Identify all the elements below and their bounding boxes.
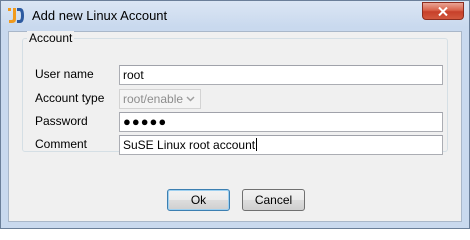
- title-bar[interactable]: Add new Linux Account: [1, 1, 469, 31]
- text-cursor: [256, 138, 258, 151]
- dialog-content: Account User name root Account type root…: [8, 31, 462, 222]
- password-field[interactable]: ●●●●●: [119, 112, 443, 132]
- cancel-button[interactable]: Cancel: [242, 189, 305, 211]
- jd-logo-icon: [8, 7, 24, 24]
- account-type-label: Account type: [35, 91, 105, 105]
- chevron-down-icon: [186, 96, 195, 102]
- close-button[interactable]: [422, 2, 464, 20]
- password-mask: ●●●●●: [123, 114, 168, 129]
- comment-label: Comment: [35, 137, 88, 151]
- username-field[interactable]: root: [119, 65, 443, 85]
- account-type-value: root/enable: [123, 92, 184, 106]
- window-title: Add new Linux Account: [32, 8, 168, 23]
- account-group: Account User name root Account type root…: [22, 31, 448, 155]
- comment-value: SuSE Linux root account: [123, 138, 256, 152]
- account-type-select[interactable]: root/enable: [119, 89, 201, 109]
- close-icon: [438, 7, 448, 16]
- username-label: User name: [35, 67, 94, 81]
- dialog-window: Add new Linux Account Account User name …: [0, 0, 470, 229]
- password-label: Password: [35, 114, 88, 128]
- account-group-legend: Account: [27, 31, 75, 45]
- ok-button[interactable]: Ok: [167, 189, 230, 211]
- comment-field[interactable]: SuSE Linux root account: [119, 135, 443, 155]
